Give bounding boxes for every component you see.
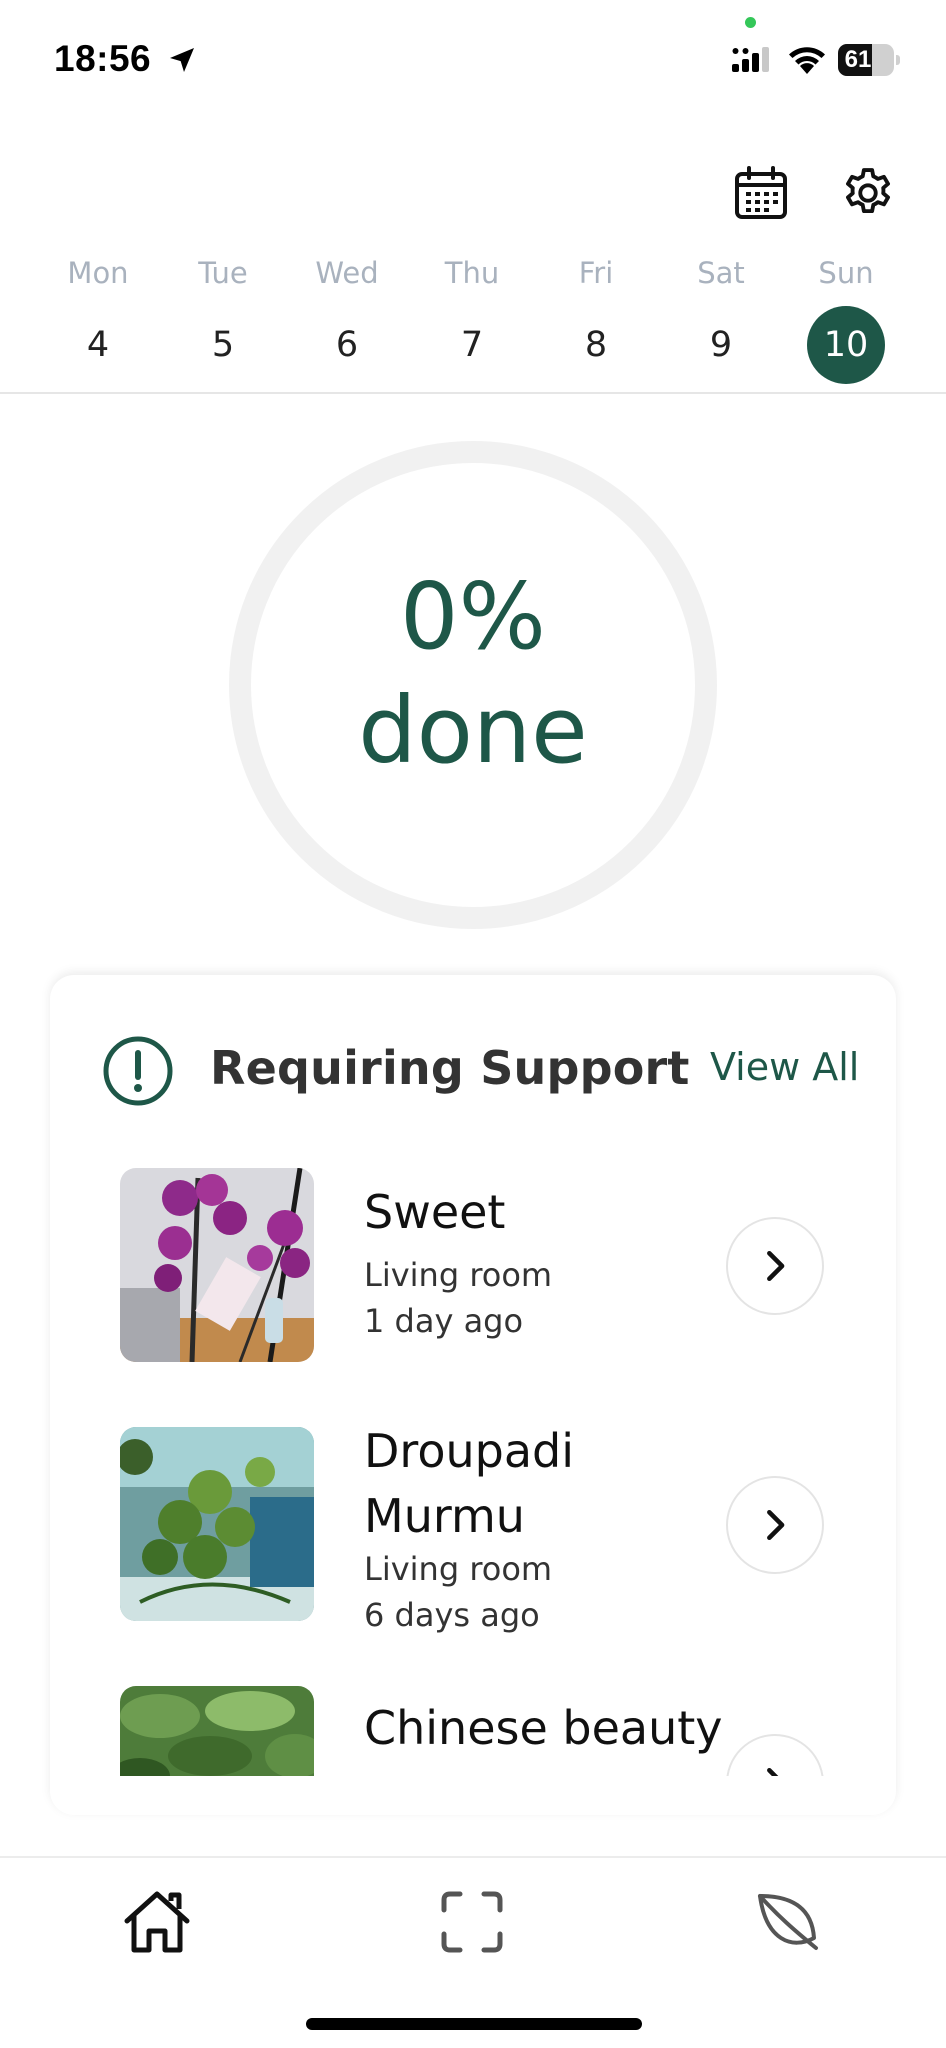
chevron-right-icon bbox=[767, 1767, 779, 1776]
day-name: Wed bbox=[315, 256, 379, 290]
leaf-icon bbox=[758, 1894, 818, 1950]
day-mon[interactable]: Mon 4 bbox=[53, 250, 143, 390]
tab-plants[interactable] bbox=[746, 1882, 826, 1962]
day-number: 10 bbox=[807, 306, 885, 384]
open-plant-button[interactable] bbox=[726, 1476, 824, 1574]
day-tue[interactable]: Tue 5 bbox=[178, 250, 268, 390]
wifi-icon bbox=[789, 47, 825, 74]
day-name: Fri bbox=[578, 256, 614, 290]
open-plant-button[interactable] bbox=[726, 1734, 824, 1776]
day-number: 9 bbox=[709, 325, 733, 365]
tab-home[interactable] bbox=[117, 1882, 197, 1962]
plant-room: Living room bbox=[364, 1550, 553, 1588]
privacy-indicator-dot bbox=[745, 17, 756, 28]
progress-done-label: done bbox=[358, 677, 588, 784]
plant-name: Sweet bbox=[364, 1185, 506, 1239]
scan-icon bbox=[441, 1891, 503, 1953]
day-name: Mon bbox=[67, 256, 129, 290]
week-strip: Mon 4 Tue 5 Wed 6 Thu 7 Fri 8 Sat 9 Sun … bbox=[0, 250, 946, 394]
day-name: Sun bbox=[818, 256, 874, 290]
day-number: 5 bbox=[211, 325, 235, 365]
plant-row[interactable]: Sweet Living room 1 day ago bbox=[50, 1168, 896, 1368]
battery-body: 61 bbox=[838, 44, 894, 76]
calendar-button[interactable] bbox=[728, 160, 794, 226]
day-name: Tue bbox=[198, 256, 248, 290]
battery-nub bbox=[896, 55, 900, 65]
plant-photo-pothos bbox=[120, 1427, 314, 1621]
progress-percent: 0% bbox=[400, 563, 546, 670]
plant-photo-orchid bbox=[120, 1168, 314, 1362]
battery-level: 61 bbox=[844, 46, 872, 73]
day-name: Sat bbox=[697, 256, 745, 290]
plant-row[interactable]: Chinese beauty bbox=[50, 1686, 896, 1776]
plant-name-line1: Droupadi bbox=[364, 1424, 574, 1478]
plant-photo-rubber-plant bbox=[120, 1686, 314, 1776]
day-thu[interactable]: Thu 7 bbox=[427, 250, 517, 390]
home-icon bbox=[124, 1891, 190, 1953]
plant-last-seen: 6 days ago bbox=[364, 1596, 540, 1634]
gear-icon bbox=[846, 168, 890, 214]
card-header: Requiring Support View All bbox=[50, 975, 896, 1175]
cellular-signal-icon bbox=[732, 47, 769, 72]
view-all-link[interactable]: View All bbox=[710, 1045, 859, 1089]
plant-name-line2: Murmu bbox=[364, 1489, 525, 1543]
tab-scan[interactable] bbox=[432, 1882, 512, 1962]
location-arrow-icon bbox=[170, 48, 194, 72]
tab-bar bbox=[0, 1856, 946, 2048]
requiring-support-card: Requiring Support View All Sweet Living … bbox=[50, 975, 896, 1815]
open-plant-button[interactable] bbox=[726, 1217, 824, 1315]
card-title: Requiring Support bbox=[210, 1041, 690, 1095]
day-wed[interactable]: Wed 6 bbox=[302, 250, 392, 390]
day-sun-selected[interactable]: Sun 10 bbox=[801, 250, 891, 390]
progress-label: 0% done bbox=[228, 560, 718, 788]
day-name: Thu bbox=[444, 256, 500, 290]
day-number: 7 bbox=[460, 325, 484, 365]
status-bar: 18:56 61 bbox=[0, 0, 946, 120]
plant-row[interactable]: Droupadi Murmu Living room 6 days ago bbox=[50, 1424, 896, 1634]
plant-room: Living room bbox=[364, 1256, 553, 1294]
plant-name: Chinese beauty bbox=[364, 1701, 723, 1755]
alert-icon bbox=[103, 1036, 173, 1106]
day-number: 4 bbox=[86, 325, 110, 365]
plant-last-seen: 1 day ago bbox=[364, 1302, 524, 1340]
chevron-right-icon bbox=[767, 1509, 785, 1541]
calendar-icon bbox=[735, 166, 787, 219]
status-time: 18:56 bbox=[54, 38, 152, 79]
chevron-right-icon bbox=[767, 1250, 785, 1282]
day-number: 8 bbox=[584, 325, 608, 365]
day-fri[interactable]: Fri 8 bbox=[551, 250, 641, 390]
settings-button[interactable] bbox=[835, 160, 901, 226]
day-sat[interactable]: Sat 9 bbox=[676, 250, 766, 390]
home-indicator bbox=[306, 2018, 642, 2030]
day-number: 6 bbox=[335, 325, 359, 365]
battery-icon: 61 bbox=[838, 44, 900, 76]
